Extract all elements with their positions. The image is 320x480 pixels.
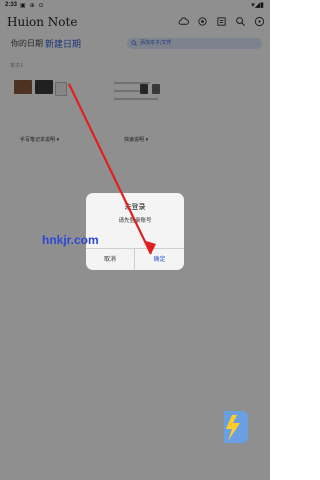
confirm-button[interactable]: 确定 xyxy=(135,249,184,270)
dialog-title: 未登录 xyxy=(124,203,146,211)
cancel-button[interactable]: 取消 xyxy=(86,249,134,270)
watermark-text: hnkjr.com xyxy=(42,233,99,247)
login-dialog: 未登录 请先登录账号 取消 确定 xyxy=(86,193,184,270)
dialog-message: 请先登录账号 xyxy=(118,218,152,224)
watermark-logo-icon xyxy=(224,411,248,443)
